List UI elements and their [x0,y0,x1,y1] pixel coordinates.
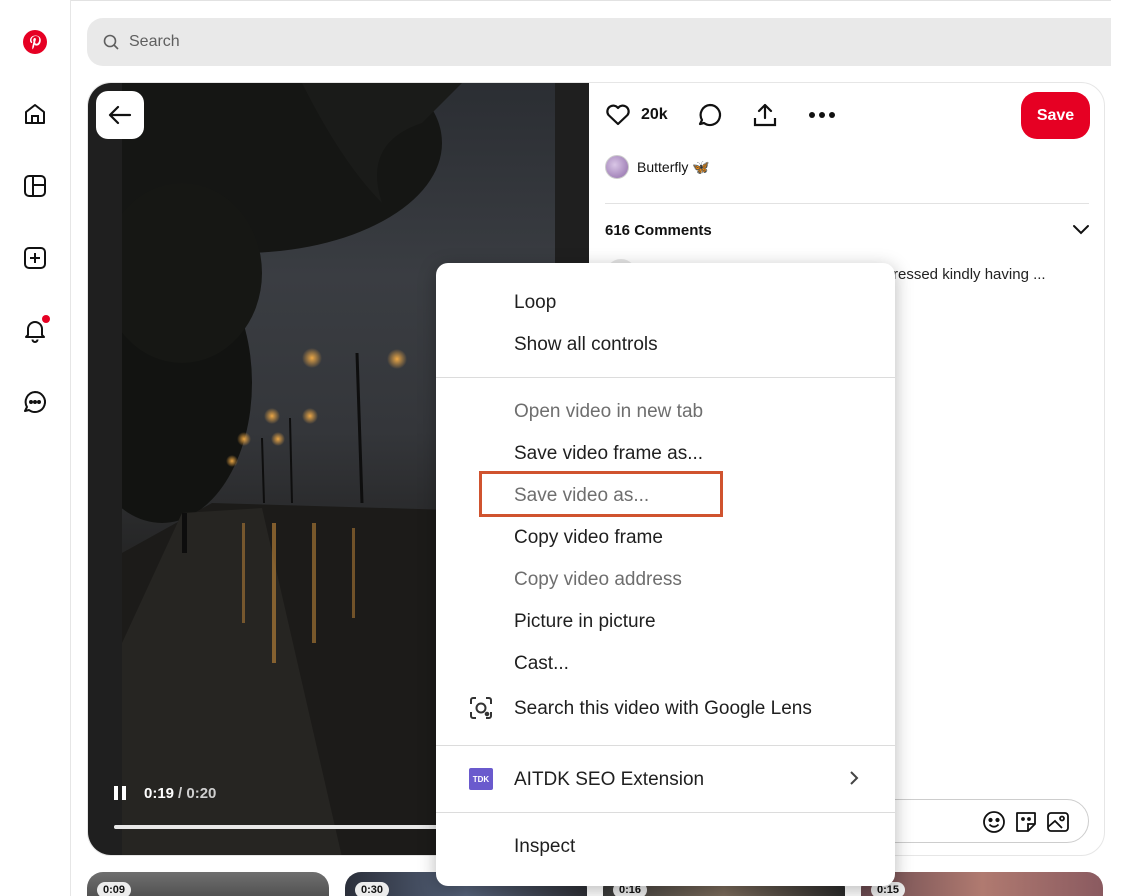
current-time: 0:19 [144,784,175,802]
creator-info[interactable]: Butterfly 🦋 [605,155,710,179]
pause-icon[interactable] [110,783,130,803]
sticker-icon[interactable] [1014,810,1038,834]
like-count: 20k [641,106,668,123]
creator-name: Butterfly 🦋 [637,158,710,175]
notification-dot [42,315,50,323]
playback-controls: 0:19 / 0:20 [110,783,216,803]
comment-preview: ressed kindly having ... [893,266,1046,283]
menu-item-open-new-tab: Open video in new tab [514,401,704,422]
menu-item-cast[interactable]: Cast... [514,653,569,675]
menu-item-save-frame[interactable]: Save video frame as... [514,443,703,465]
menu-item-copy-frame[interactable]: Copy video frame [514,527,663,549]
notifications-icon[interactable] [17,312,53,348]
context-menu: Loop Show all controls Open video in new… [436,263,895,886]
menu-item-pip[interactable]: Picture in picture [514,611,656,633]
menu-item-inspect[interactable]: Inspect [514,836,575,858]
menu-separator [436,377,895,378]
chevron-right-icon [849,770,859,791]
search-bar[interactable] [87,18,1111,66]
share-icon[interactable] [752,97,778,133]
back-button[interactable] [96,91,144,139]
chevron-down-icon[interactable] [1072,223,1090,241]
video-duration: 0:09 [97,882,132,896]
thumbnail-1[interactable]: 0:09 [87,872,329,896]
more-options-icon[interactable] [808,97,836,133]
highlight-box [479,471,723,517]
heart-icon [606,104,630,126]
menu-separator [436,745,895,746]
pinterest-logo-icon[interactable] [17,24,53,60]
explore-icon[interactable] [17,168,53,204]
arrow-left-icon [108,105,132,125]
sidebar [0,0,71,896]
menu-item-google-lens[interactable]: Search this video with Google Lens [514,698,812,720]
save-button[interactable]: Save [1021,92,1090,139]
thumbnail-4[interactable]: 0:15 [861,872,1103,896]
create-icon[interactable] [17,240,53,276]
google-lens-icon [470,697,492,719]
avatar [605,155,629,179]
comments-title: 616 Comments [605,222,712,239]
search-icon [103,34,119,50]
total-time: / 0:20 [178,784,217,802]
search-input[interactable] [129,33,629,51]
menu-item-show-controls[interactable]: Show all controls [514,334,658,356]
video-duration: 0:30 [355,882,390,896]
like-button[interactable]: 20k [605,97,668,133]
emoji-icon[interactable] [982,810,1006,834]
messages-icon[interactable] [17,384,53,420]
home-icon[interactable] [17,96,53,132]
menu-item-copy-address: Copy video address [514,569,682,590]
top-divider [71,0,1111,1]
comment-icon[interactable] [697,97,723,133]
divider [605,203,1089,204]
aitdk-extension-icon: TDK [469,768,493,790]
image-icon[interactable] [1046,810,1070,834]
menu-item-extension[interactable]: AITDK SEO Extension [514,769,704,791]
menu-item-loop[interactable]: Loop [514,292,556,314]
menu-separator [436,812,895,813]
